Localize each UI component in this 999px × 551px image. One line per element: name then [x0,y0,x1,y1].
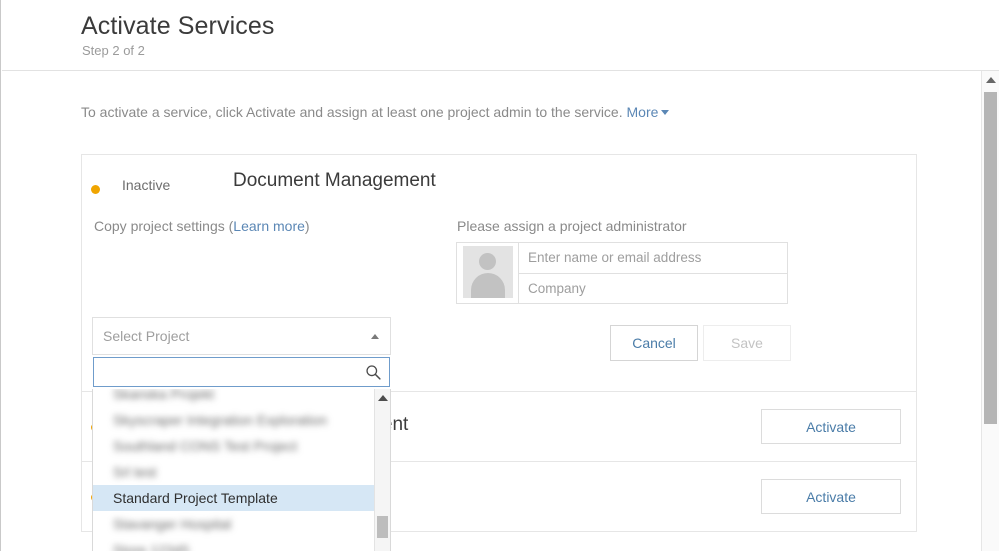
page-scrollbar[interactable] [981,71,999,551]
project-search-wrapper [93,357,390,387]
chevron-up-icon[interactable] [371,334,379,339]
list-item[interactable]: Store 12345 [93,537,374,551]
list-item[interactable]: Skanska Projekt [93,389,374,407]
assign-admin-label: Please assign a project administrator [457,218,687,234]
triangle-up-icon[interactable] [985,77,996,83]
list-item[interactable]: Stavanger Hospital [93,511,374,537]
page-title: Activate Services [81,12,275,40]
intro-instruction: To activate a service, click Activate an… [81,104,623,120]
status-dot-icon [91,185,100,194]
project-select-trigger[interactable]: Select Project [92,317,391,355]
list-item[interactable]: Southland CONS Test Project [93,433,374,459]
project-select-value: Select Project [103,328,190,344]
status-badge: Inactive [122,177,171,193]
page-content: To activate a service, click Activate an… [2,71,980,551]
admin-company-input[interactable] [519,273,787,303]
save-button: Save [703,325,791,361]
project-option-list: Skanska Projekt Skyscraper Integration E… [92,389,391,551]
page-header: Activate Services Step 2 of 2 [2,0,999,71]
activate-button[interactable]: Activate [761,479,901,514]
project-select-dropdown: Select Project Skanska Projekt Skyscrape… [92,317,391,551]
more-link[interactable]: More [627,104,659,120]
dropdown-vertical-scrollbar[interactable] [374,389,390,551]
scrollbar-thumb[interactable] [377,516,388,538]
intro-text: To activate a service, click Activate an… [81,104,670,120]
list-item[interactable]: Srl test [93,459,374,485]
learn-more-link[interactable]: Learn more [233,218,305,234]
activate-services-page: Activate Services Step 2 of 2 To activat… [0,0,999,551]
activate-button[interactable]: Activate [761,409,901,444]
project-search-input[interactable] [94,358,389,386]
copy-settings-prefix: Copy project settings ( [94,218,234,234]
scrollbar-thumb[interactable] [984,92,997,424]
list-item-selected[interactable]: Standard Project Template [93,485,374,511]
list-item[interactable]: Skyscraper Integration Exploration [93,407,374,433]
service-name: Document Management [233,170,436,191]
triangle-up-icon[interactable] [377,395,388,401]
admin-name-input[interactable] [519,243,787,274]
cancel-button[interactable]: Cancel [610,325,698,361]
step-indicator: Step 2 of 2 [82,43,145,58]
copy-settings-label: Copy project settings (Learn more) [94,218,310,234]
admin-fields [519,243,787,303]
copy-settings-suffix: ) [304,218,310,234]
avatar-placeholder-icon [462,246,513,298]
chevron-down-icon[interactable] [661,110,670,115]
avatar [457,243,519,303]
project-option-items: Skanska Projekt Skyscraper Integration E… [93,389,374,551]
admin-assignment-box [456,242,788,304]
